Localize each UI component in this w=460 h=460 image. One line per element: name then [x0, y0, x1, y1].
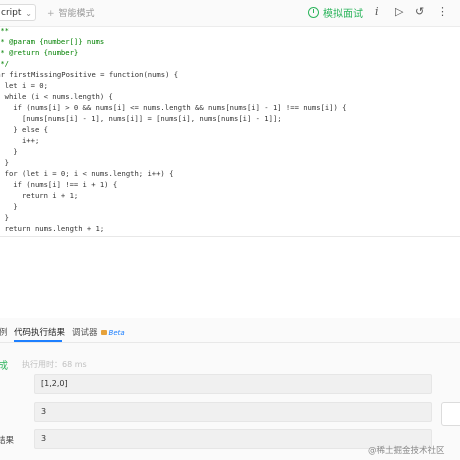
code-line: let i = 0;	[0, 81, 48, 90]
code-line: i++;	[0, 136, 40, 145]
side-button[interactable]	[441, 402, 460, 426]
beta-badge: Beta	[108, 329, 125, 337]
code-editor[interactable]: /** * @param {number[]} nums * @return {…	[0, 26, 460, 244]
input-box: [1,2,0]	[34, 374, 432, 394]
output-box: 3	[34, 402, 432, 422]
code-line: /**	[0, 26, 9, 35]
clock-icon	[308, 7, 319, 18]
code-line: }	[4, 158, 9, 167]
tab-debugger[interactable]: 调试器 Beta	[72, 326, 125, 338]
code-line: var firstMissingPositive = function(nums…	[0, 70, 179, 79]
more-icon[interactable]: ⋮	[437, 5, 448, 18]
expected-label: 结果	[0, 436, 15, 446]
mock-interview-label: 模拟面试	[323, 9, 363, 20]
watermark: @稀土掘金技术社区	[368, 446, 445, 456]
divider	[0, 236, 460, 237]
code-line: return i + 1;	[0, 191, 79, 200]
tab-debugger-label: 调试器	[72, 328, 98, 338]
code-line: }	[13, 147, 18, 156]
tab-run-result[interactable]: 代码执行结果	[14, 326, 65, 338]
smart-mode-label: 智能模式	[58, 9, 95, 19]
mock-interview-button[interactable]: 模拟面试	[308, 5, 363, 20]
tab-examples[interactable]: 例	[0, 326, 8, 338]
code-line: [nums[nums[i] - 1], nums[i]] = [nums[i],…	[0, 114, 282, 123]
code-line: if (nums[i] > 0 && nums[i] <= nums.lengt…	[0, 103, 347, 112]
code-line: } else {	[0, 125, 48, 134]
code-line: while (i < nums.length) {	[0, 92, 113, 101]
execution-time: 执行用时：68 ms	[22, 360, 87, 369]
code-line: return nums.length + 1;	[0, 224, 105, 233]
code-line: * @param {number[]} nums	[0, 37, 105, 46]
code-line: */	[0, 59, 9, 68]
lock-icon	[100, 330, 107, 335]
smart-mode-button[interactable]: + 智能模式	[47, 6, 95, 19]
result-tabs: 例 代码执行结果 调试器 Beta	[0, 318, 460, 343]
code-line: for (let i = 0; i < nums.length; i++) {	[0, 169, 174, 178]
editor-toolbar: cript ⌄ + 智能模式 模拟面试 i ▷ ↺ ⋮	[0, 0, 460, 27]
chevron-down-icon: ⌄	[25, 9, 32, 18]
active-tab-indicator	[14, 340, 62, 342]
plus-icon: +	[47, 9, 55, 19]
language-select[interactable]: cript ⌄	[0, 4, 36, 21]
run-icon[interactable]: ▷	[395, 5, 403, 18]
language-select-value: cript	[1, 8, 22, 18]
code-line: if (nums[i] !== i + 1) {	[0, 180, 118, 189]
status-text: 成	[0, 361, 8, 372]
reset-icon[interactable]: ↺	[415, 5, 424, 18]
code-line: }	[13, 202, 18, 211]
info-icon[interactable]: i	[375, 5, 379, 18]
code-line: * @return {number}	[0, 48, 79, 57]
code-line: }	[4, 213, 9, 222]
